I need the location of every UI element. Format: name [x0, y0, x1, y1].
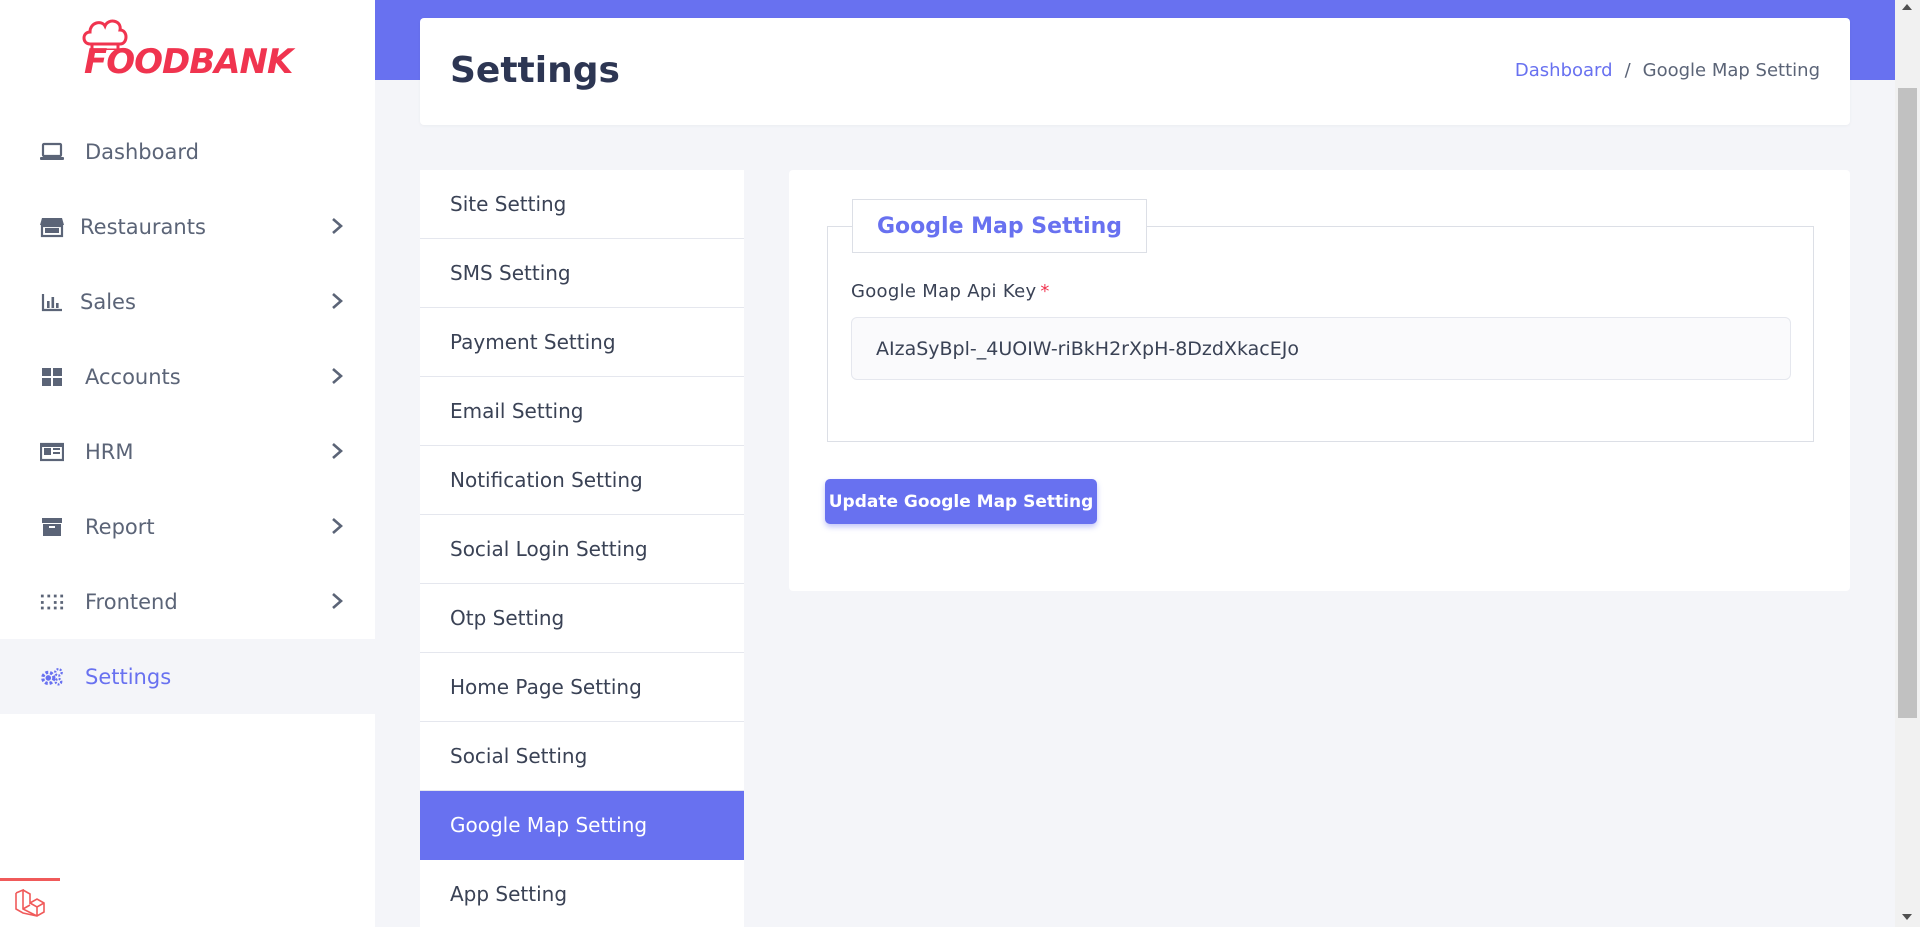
- sidebar-item-settings[interactable]: Settings: [0, 639, 375, 714]
- laravel-debugbar-icon[interactable]: [0, 878, 60, 927]
- google-map-api-key-input[interactable]: [851, 317, 1791, 380]
- settings-menu-google-map[interactable]: Google Map Setting: [420, 791, 744, 860]
- store-icon: [40, 215, 64, 239]
- fieldset-legend: Google Map Setting: [852, 199, 1148, 253]
- scroll-up-arrow-icon[interactable]: [1902, 4, 1912, 10]
- settings-menu-otp[interactable]: Otp Setting: [420, 584, 744, 653]
- archive-icon: [40, 515, 64, 539]
- settings-menu-payment[interactable]: Payment Setting: [420, 308, 744, 377]
- id-card-icon: [40, 440, 64, 464]
- api-key-label-text: Google Map Api Key: [851, 281, 1037, 302]
- scroll-down-arrow-icon[interactable]: [1902, 914, 1912, 920]
- chevron-right-icon: [332, 293, 343, 309]
- google-map-setting-card: Google Map Setting Google Map Api Key* U…: [789, 170, 1850, 591]
- settings-menu-home-page[interactable]: Home Page Setting: [420, 653, 744, 722]
- sidebar-item-accounts[interactable]: Accounts: [0, 339, 375, 414]
- page-header: Settings Dashboard / Google Map Setting: [420, 18, 1850, 125]
- chevron-right-icon: [332, 518, 343, 534]
- sidebar-item-restaurants[interactable]: Restaurants: [0, 189, 375, 264]
- settings-menu-site[interactable]: Site Setting: [420, 170, 744, 239]
- chevron-right-icon: [332, 593, 343, 609]
- google-map-fieldset: Google Map Setting Google Map Api Key *: [827, 199, 1814, 442]
- sidebar-item-label: Frontend: [85, 589, 178, 614]
- breadcrumb: Dashboard / Google Map Setting: [1515, 60, 1820, 81]
- chevron-right-icon: [332, 218, 343, 234]
- sidebar-item-label: Sales: [80, 289, 136, 314]
- breadcrumb-separator: /: [1624, 60, 1631, 81]
- vertical-scrollbar[interactable]: [1895, 0, 1920, 927]
- foodbank-logo[interactable]: FOODBANK: [72, 14, 293, 84]
- sidebar-item-report[interactable]: Report: [0, 489, 375, 564]
- sidebar-item-label: HRM: [85, 439, 134, 464]
- sidebar-item-dashboard[interactable]: Dashboard: [0, 114, 375, 189]
- laptop-icon: [40, 140, 64, 164]
- breadcrumb-current: Google Map Setting: [1642, 60, 1820, 81]
- sidebar-item-frontend[interactable]: Frontend: [0, 564, 375, 639]
- sidebar-item-label: Settings: [85, 664, 172, 689]
- settings-menu-sms[interactable]: SMS Setting: [420, 239, 744, 308]
- settings-menu: Site Setting SMS Setting Payment Setting…: [420, 170, 744, 927]
- brand-name: FOODBANK: [84, 42, 293, 82]
- breadcrumb-dashboard-link[interactable]: Dashboard: [1515, 60, 1613, 81]
- sidebar-item-label: Report: [85, 514, 155, 539]
- bar-chart-icon: [40, 290, 64, 314]
- sidebar-item-hrm[interactable]: HRM: [0, 414, 375, 489]
- sidebar-item-label: Accounts: [85, 364, 181, 389]
- settings-menu-email[interactable]: Email Setting: [420, 377, 744, 446]
- required-mark: *: [1040, 281, 1050, 302]
- update-google-map-setting-button[interactable]: Update Google Map Setting: [825, 479, 1097, 524]
- scrollbar-thumb[interactable]: [1898, 88, 1917, 718]
- sidebar: FOODBANK Dashboard Restaurants Sales Acc…: [0, 0, 375, 927]
- sidebar-nav: Dashboard Restaurants Sales Accounts HRM…: [0, 114, 375, 714]
- api-key-label: Google Map Api Key *: [851, 281, 1050, 302]
- dots-grid-icon: [40, 590, 64, 614]
- settings-menu-app[interactable]: App Setting: [420, 860, 744, 927]
- chevron-right-icon: [332, 443, 343, 459]
- settings-menu-notification[interactable]: Notification Setting: [420, 446, 744, 515]
- cogs-icon: [40, 665, 64, 689]
- sidebar-item-sales[interactable]: Sales: [0, 264, 375, 339]
- page-title: Settings: [450, 50, 620, 91]
- sidebar-item-label: Dashboard: [85, 139, 199, 164]
- sidebar-item-label: Restaurants: [80, 214, 206, 239]
- settings-menu-social[interactable]: Social Setting: [420, 722, 744, 791]
- chevron-right-icon: [332, 368, 343, 384]
- grid-icon: [40, 365, 64, 389]
- settings-menu-social-login[interactable]: Social Login Setting: [420, 515, 744, 584]
